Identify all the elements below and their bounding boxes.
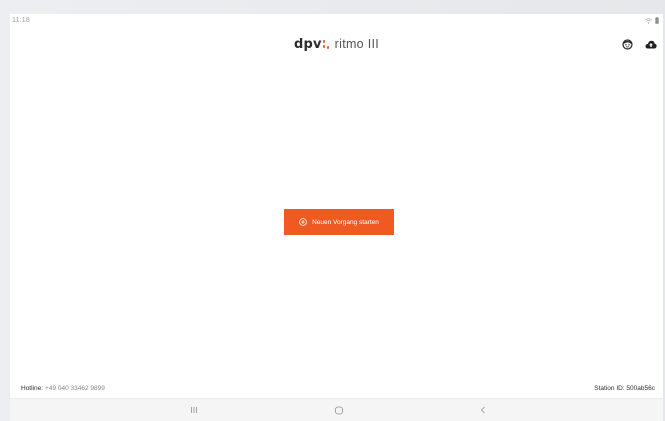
start-new-process-button[interactable]: Neuen Vorgang starten [284,209,394,235]
battery-icon [655,17,659,24]
brand-dots-icon [322,39,330,49]
start-button-label: Neuen Vorgang starten [312,218,379,226]
brand: dpv ritmo III [10,36,663,52]
brand-logo: dpv [293,37,322,52]
station-id: Station ID: 500ab56c [594,385,655,392]
app-name: ritmo III [334,37,380,51]
tablet-device: 11:18 dpv ritmo III Neuen Vorgang starte… [0,0,665,421]
recent-apps-icon[interactable] [187,404,201,416]
plus-circle-icon [299,218,307,226]
profile-face-icon[interactable] [621,38,633,50]
status-icons [645,17,659,24]
main-content: Neuen Vorgang starten [10,64,663,381]
system-nav-bar [10,398,663,421]
header-actions [621,38,657,50]
hotline-number[interactable]: +49 040 33462 9899 [45,385,105,392]
back-icon[interactable] [476,404,490,416]
hotline-label: Hotline: [21,385,44,392]
cloud-upload-icon[interactable] [645,38,657,50]
app-screen: 11:18 dpv ritmo III Neuen Vorgang starte… [10,14,663,421]
status-bar: 11:18 [10,14,663,28]
app-header: dpv ritmo III [10,32,663,58]
footer: Hotline: +49 040 33462 9899 Station ID: 5… [10,385,663,397]
status-time: 11:18 [12,17,30,24]
wifi-icon [645,17,652,24]
hotline: Hotline: +49 040 33462 9899 [21,385,105,392]
home-icon[interactable] [332,404,346,416]
